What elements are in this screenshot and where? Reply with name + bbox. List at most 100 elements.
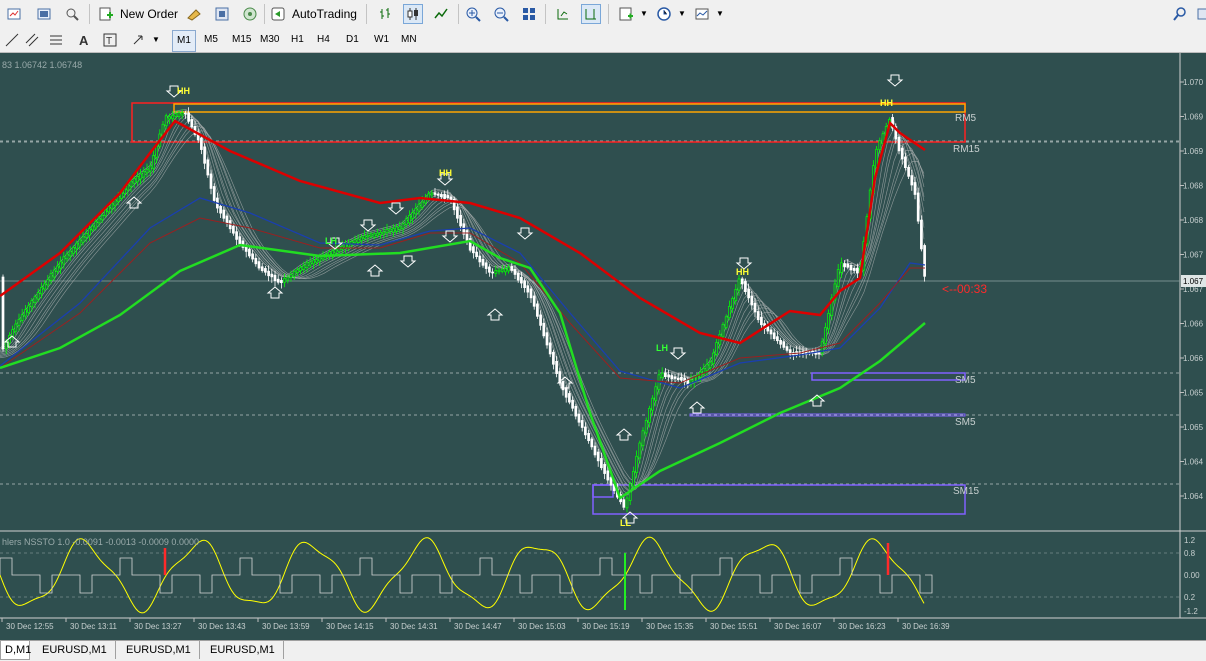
search-button[interactable] xyxy=(1170,3,1190,24)
candle-body xyxy=(497,269,501,273)
candle-body xyxy=(75,242,78,250)
time-tick-label: 30 Dec 13:43 xyxy=(198,622,246,631)
candle-body xyxy=(411,212,414,219)
candle-body xyxy=(430,192,434,196)
fibonacci-tool[interactable] xyxy=(46,29,66,50)
trendline-tool[interactable] xyxy=(2,29,22,50)
candle-body xyxy=(43,283,46,290)
timeframe-m15[interactable]: M15 xyxy=(228,30,255,50)
new-chart-button[interactable] xyxy=(4,3,24,24)
candle-body xyxy=(334,248,338,254)
indicators-button[interactable]: ▼ xyxy=(616,3,648,24)
zoom-in-icon xyxy=(463,4,483,24)
candle-body xyxy=(305,262,309,268)
timeframe-w1[interactable]: W1 xyxy=(370,30,393,50)
zoom-in-button[interactable] xyxy=(463,3,483,24)
current-price-label: 1.067 xyxy=(1183,277,1204,286)
candle-body xyxy=(728,306,731,318)
timeframe-m5[interactable]: M5 xyxy=(200,30,222,50)
zoom-out-button[interactable] xyxy=(491,3,511,24)
candle-body xyxy=(785,346,789,351)
candle-body xyxy=(510,266,514,271)
candle-body xyxy=(664,372,667,378)
new-order-button[interactable]: New Order xyxy=(96,3,178,24)
candle-body xyxy=(88,228,91,236)
price-chart[interactable]: HH HH HH HH LH LH LL RM5 RM15 SM5 SM5 SM15 1.070 1.0… xyxy=(0,53,1206,640)
candle-body xyxy=(46,279,50,286)
arrows-icon xyxy=(128,30,148,50)
community-button[interactable] xyxy=(1194,3,1206,24)
candle-body xyxy=(488,266,491,273)
candle-body xyxy=(392,228,395,233)
candle-body xyxy=(587,432,590,442)
candle-body xyxy=(331,250,334,255)
candle-body xyxy=(27,305,30,313)
candle-body xyxy=(827,312,830,330)
candle-body xyxy=(843,263,846,268)
candle-body xyxy=(283,278,286,283)
tab-chart-2[interactable]: EURUSD,M1 xyxy=(34,641,116,659)
candle-body xyxy=(769,329,773,335)
tile-windows-button[interactable] xyxy=(519,3,539,24)
periods-button[interactable]: ▼ xyxy=(654,3,686,24)
timeframe-mn[interactable]: MN xyxy=(397,30,421,50)
candle-body xyxy=(72,247,75,254)
candle-body xyxy=(897,136,901,152)
tab-chart-4[interactable]: EURUSD,M1 xyxy=(202,641,284,659)
candle-body xyxy=(484,262,488,269)
text-tool[interactable]: A xyxy=(74,29,94,50)
price-tick-label: 1.068 xyxy=(1183,216,1204,225)
market-button[interactable] xyxy=(212,3,232,24)
tab-chart-1[interactable]: D,M1 xyxy=(0,641,31,660)
candle-body xyxy=(142,171,146,178)
data-window-button[interactable] xyxy=(62,3,82,24)
trendline-icon xyxy=(2,30,22,50)
candle-body xyxy=(30,300,34,308)
bar-chart-button[interactable] xyxy=(375,3,395,24)
candle-body xyxy=(731,298,734,309)
candle-body xyxy=(363,235,366,239)
candle-body xyxy=(520,276,523,284)
autoscroll-icon xyxy=(553,4,573,24)
metaeditor-button[interactable] xyxy=(184,3,204,24)
timeframe-m1[interactable]: M1 xyxy=(172,30,196,52)
candle-body xyxy=(766,326,770,332)
candle-body xyxy=(568,393,571,403)
candle-body xyxy=(20,314,24,321)
candle-body xyxy=(539,314,542,326)
timeframe-h4[interactable]: H4 xyxy=(313,30,334,50)
timeframe-m30[interactable]: M30 xyxy=(256,30,283,50)
autotrading-button[interactable]: AutoTrading xyxy=(268,3,357,24)
candle-body xyxy=(212,186,216,201)
timeframe-h1[interactable]: H1 xyxy=(287,30,308,50)
candle-body xyxy=(916,192,920,222)
candle-body xyxy=(443,193,446,199)
candle-body xyxy=(203,146,206,164)
chart-shift-icon xyxy=(581,3,601,24)
chart-window[interactable]: HH HH HH HH LH LH LL RM5 RM15 SM5 SM5 SM15 1.070 1.0… xyxy=(0,53,1206,640)
candle-body xyxy=(817,352,821,355)
candle-body xyxy=(776,336,779,342)
candle-body xyxy=(574,405,578,417)
candlestick-button[interactable] xyxy=(403,3,423,24)
chart-header: 83 1.06742 1.06748 xyxy=(2,60,82,70)
line-chart-button[interactable] xyxy=(431,3,451,24)
candle-body xyxy=(433,192,437,195)
signals-button[interactable] xyxy=(240,3,260,24)
chart-shift-button[interactable] xyxy=(581,3,601,24)
candle-body xyxy=(715,342,718,355)
timeframe-d1[interactable]: D1 xyxy=(342,30,363,50)
templates-button[interactable]: ▼ xyxy=(692,3,724,24)
arrows-tool[interactable]: ▼ xyxy=(128,29,160,50)
candle-body xyxy=(267,270,270,277)
time-tick-label: 30 Dec 15:03 xyxy=(518,622,566,631)
profiles-button[interactable] xyxy=(34,3,54,24)
candle-body xyxy=(625,497,629,509)
equidistant-tool[interactable] xyxy=(22,29,42,50)
candle-body xyxy=(632,470,635,487)
candle-body xyxy=(289,274,293,279)
tab-chart-3[interactable]: EURUSD,M1 xyxy=(118,641,200,659)
autoscroll-button[interactable] xyxy=(553,3,573,24)
candle-body xyxy=(836,269,840,287)
text-label-tool[interactable]: T xyxy=(100,29,120,50)
